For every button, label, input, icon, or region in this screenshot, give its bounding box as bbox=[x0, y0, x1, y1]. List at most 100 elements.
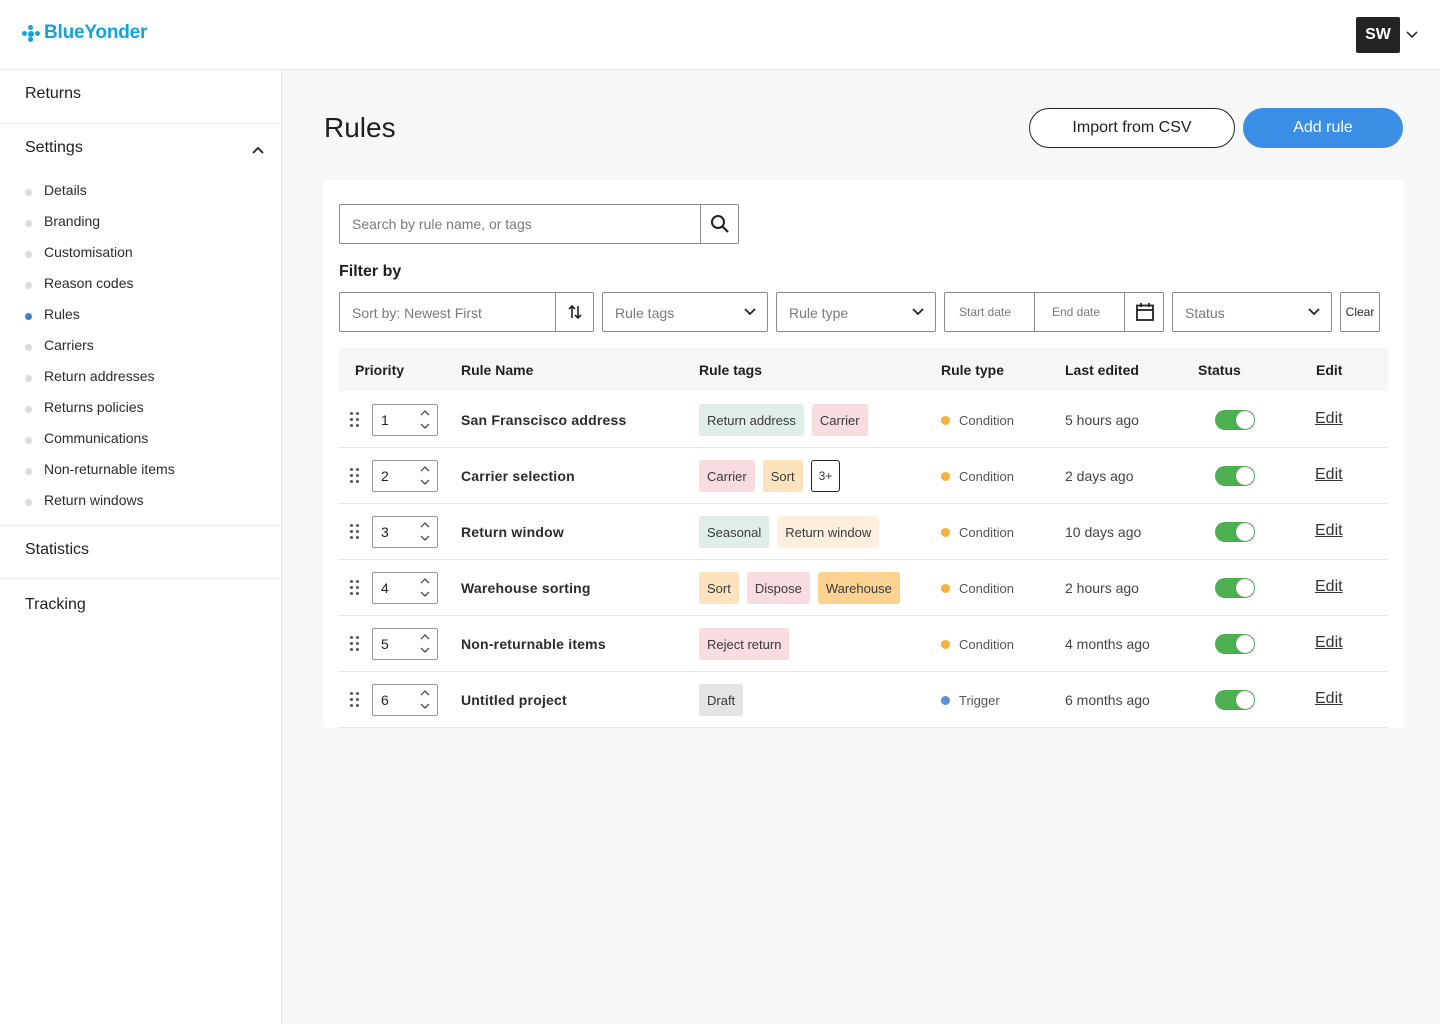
priority-stepper[interactable]: 2 bbox=[372, 460, 438, 492]
rule-tag: Sort bbox=[699, 572, 739, 604]
calendar-icon[interactable] bbox=[1135, 302, 1155, 322]
drag-handle-icon[interactable] bbox=[350, 636, 360, 651]
priority-stepper[interactable]: 3 bbox=[372, 516, 438, 548]
end-date-field[interactable]: End date bbox=[1052, 305, 1100, 319]
header-rule-name[interactable]: Rule Name bbox=[461, 362, 533, 378]
sidebar-item-rules[interactable]: Rules bbox=[25, 306, 80, 322]
chevron-up-icon[interactable] bbox=[251, 145, 265, 155]
chevron-up-icon[interactable] bbox=[419, 688, 431, 697]
chevron-down-icon[interactable] bbox=[419, 646, 431, 655]
header-last-edited[interactable]: Last edited bbox=[1065, 362, 1139, 378]
status-toggle[interactable] bbox=[1215, 578, 1255, 598]
chevron-down-icon[interactable] bbox=[419, 590, 431, 599]
sidebar-divider bbox=[0, 123, 281, 124]
rules-card: Filter by Sort by: Newest First Rule tag… bbox=[323, 180, 1404, 728]
clear-filters-button[interactable]: Clear bbox=[1340, 292, 1380, 332]
status-select[interactable]: Status bbox=[1172, 292, 1332, 332]
sidebar-item-returns-policies[interactable]: Returns policies bbox=[25, 399, 144, 415]
priority-stepper[interactable]: 6 bbox=[372, 684, 438, 716]
sidebar-item-returns[interactable]: Returns bbox=[25, 85, 81, 103]
sidebar-item-return-windows[interactable]: Return windows bbox=[25, 492, 144, 508]
table-row: 3 Return window Seasonal Return window Condi… bbox=[339, 504, 1388, 560]
sidebar-item-label: Reason codes bbox=[44, 275, 134, 291]
sidebar-item-settings[interactable]: Settings bbox=[25, 139, 83, 157]
rule-type: Condition bbox=[941, 413, 1014, 428]
edit-link[interactable]: Edit bbox=[1315, 522, 1343, 540]
last-edited: 4 months ago bbox=[1065, 636, 1150, 652]
sidebar-item-communications[interactable]: Communications bbox=[25, 430, 148, 446]
toggle-knob bbox=[1236, 691, 1254, 709]
import-csv-button[interactable]: Import from CSV bbox=[1029, 108, 1235, 148]
rule-tag: Reject return bbox=[699, 628, 790, 660]
header-rule-type[interactable]: Rule type bbox=[941, 362, 1004, 378]
more-tags-badge[interactable]: 3+ bbox=[810, 460, 841, 492]
chevron-down-icon[interactable] bbox=[419, 702, 431, 711]
drag-handle-icon[interactable] bbox=[350, 692, 360, 707]
header-rule-tags[interactable]: Rule tags bbox=[699, 362, 762, 378]
edit-link[interactable]: Edit bbox=[1315, 466, 1343, 484]
priority-value: 5 bbox=[381, 636, 389, 652]
sidebar-item-details[interactable]: Details bbox=[25, 182, 87, 198]
sort-direction-button[interactable] bbox=[555, 293, 593, 331]
status-toggle[interactable] bbox=[1215, 410, 1255, 430]
edit-link[interactable]: Edit bbox=[1315, 690, 1343, 708]
search-input[interactable] bbox=[340, 205, 700, 243]
chevron-up-icon[interactable] bbox=[419, 576, 431, 585]
chevron-up-icon[interactable] bbox=[419, 520, 431, 529]
priority-value: 2 bbox=[381, 468, 389, 484]
priority-stepper[interactable]: 4 bbox=[372, 572, 438, 604]
toggle-knob bbox=[1236, 579, 1254, 597]
priority-stepper[interactable]: 1 bbox=[372, 404, 438, 436]
rule-type-select[interactable]: Rule type bbox=[776, 292, 936, 332]
header-status[interactable]: Status bbox=[1198, 362, 1241, 378]
table-row: 4 Warehouse sorting Sort Dispose Warehouse Co… bbox=[339, 560, 1388, 616]
rule-tags-select[interactable]: Rule tags bbox=[602, 292, 768, 332]
sidebar-item-customisation[interactable]: Customisation bbox=[25, 244, 133, 260]
sidebar-item-non-returnable-items[interactable]: Non-returnable items bbox=[25, 461, 175, 477]
sidebar-divider bbox=[0, 578, 281, 579]
edit-link[interactable]: Edit bbox=[1315, 410, 1343, 428]
drag-handle-icon[interactable] bbox=[350, 412, 360, 427]
bullet-icon bbox=[25, 405, 32, 413]
add-rule-button[interactable]: Add rule bbox=[1243, 108, 1403, 148]
drag-handle-icon[interactable] bbox=[350, 468, 360, 483]
sidebar-item-carriers[interactable]: Carriers bbox=[25, 337, 94, 353]
start-date-field[interactable]: Start date bbox=[959, 305, 1011, 319]
bullet-icon bbox=[25, 498, 32, 506]
chevron-down-icon[interactable] bbox=[419, 422, 431, 431]
chevron-down-icon[interactable] bbox=[419, 534, 431, 543]
sidebar-item-reason-codes[interactable]: Reason codes bbox=[25, 275, 134, 291]
chevron-up-icon[interactable] bbox=[419, 464, 431, 473]
chevron-up-icon[interactable] bbox=[419, 632, 431, 641]
chevron-down-icon[interactable] bbox=[1405, 30, 1419, 40]
filter-label: Filter by bbox=[339, 263, 402, 280]
sort-select[interactable]: Sort by: Newest First bbox=[339, 292, 594, 332]
rule-tag: Draft bbox=[699, 684, 744, 716]
status-toggle[interactable] bbox=[1215, 634, 1255, 654]
edit-link[interactable]: Edit bbox=[1315, 578, 1343, 596]
edit-link[interactable]: Edit bbox=[1315, 634, 1343, 652]
status-toggle[interactable] bbox=[1215, 690, 1255, 710]
priority-value: 6 bbox=[381, 692, 389, 708]
search-button[interactable] bbox=[700, 205, 738, 243]
sidebar-item-tracking[interactable]: Tracking bbox=[25, 596, 86, 614]
status-toggle[interactable] bbox=[1215, 466, 1255, 486]
rule-name: Untitled project bbox=[461, 692, 567, 708]
toggle-knob bbox=[1236, 523, 1254, 541]
rule-type-label: Condition bbox=[959, 581, 1014, 596]
chevron-down-icon bbox=[912, 308, 924, 316]
sidebar-item-statistics[interactable]: Statistics bbox=[25, 541, 89, 559]
drag-handle-icon[interactable] bbox=[350, 580, 360, 595]
priority-stepper[interactable]: 5 bbox=[372, 628, 438, 660]
user-avatar[interactable]: SW bbox=[1356, 17, 1400, 53]
chevron-up-icon[interactable] bbox=[419, 408, 431, 417]
sidebar-item-branding[interactable]: Branding bbox=[25, 213, 100, 229]
rule-tag: Return address bbox=[699, 404, 804, 436]
sidebar-item-return-addresses[interactable]: Return addresses bbox=[25, 368, 155, 384]
header-priority[interactable]: Priority bbox=[355, 362, 404, 378]
table-header: Priority Rule Name Rule tags Rule type L… bbox=[339, 348, 1388, 391]
drag-handle-icon[interactable] bbox=[350, 524, 360, 539]
status-toggle[interactable] bbox=[1215, 522, 1255, 542]
brand-logo[interactable]: BlueYonder bbox=[22, 22, 147, 44]
chevron-down-icon[interactable] bbox=[419, 478, 431, 487]
